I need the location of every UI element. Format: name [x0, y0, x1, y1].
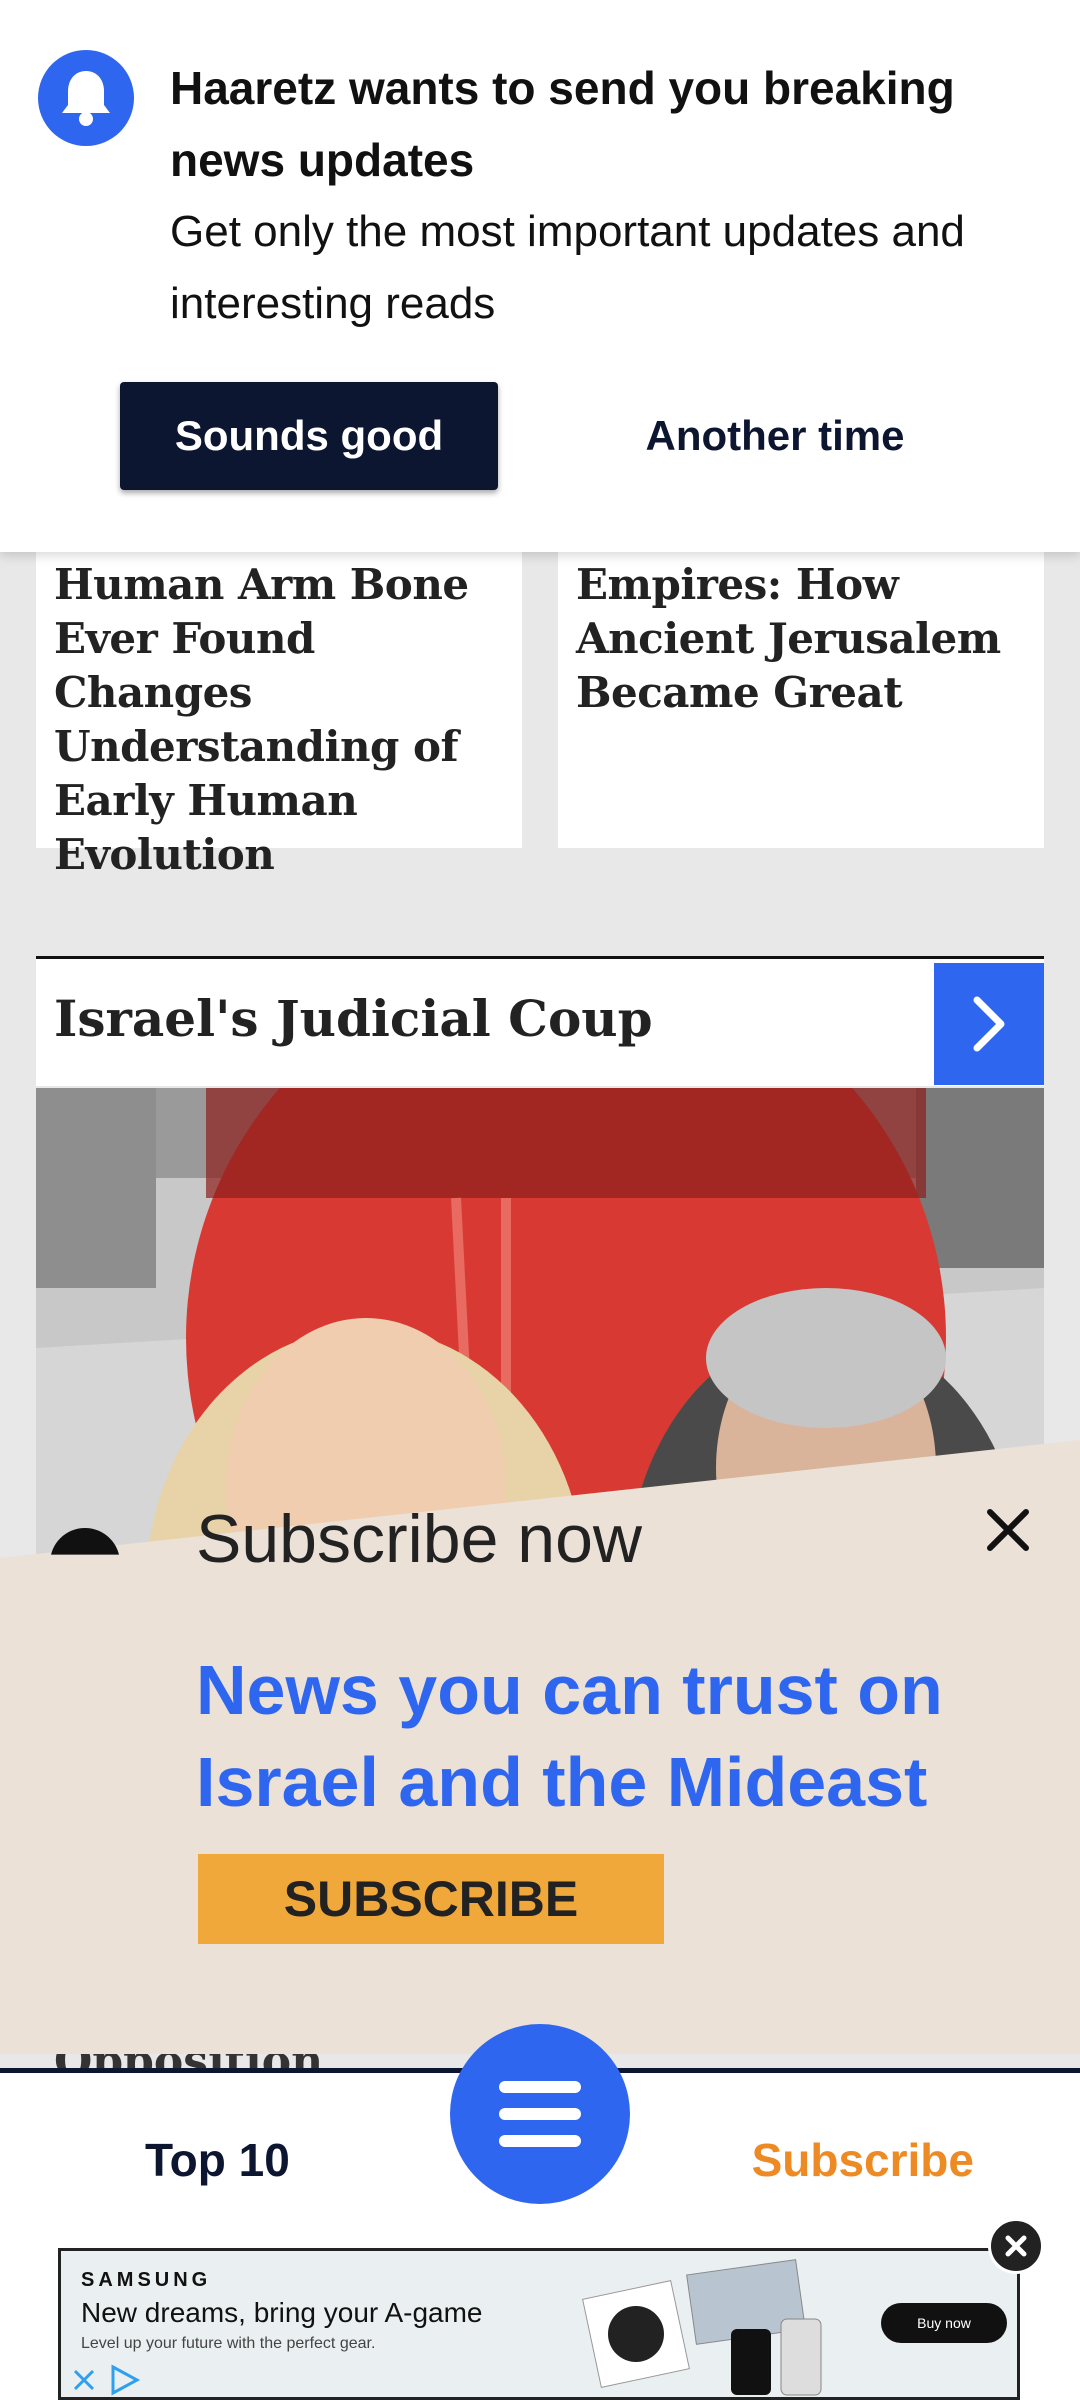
bell-icon — [38, 50, 134, 146]
ad-subline: Level up your future with the perfect ge… — [81, 2335, 376, 2352]
article-headline: Empires: How Ancient Jerusalem Became Gr… — [576, 560, 1001, 717]
close-icon[interactable] — [976, 1498, 1040, 1562]
menu-bar — [499, 2108, 581, 2120]
ad-area: SAMSUNG New dreams, bring your A-game Le… — [0, 2244, 1080, 2400]
subscribe-link[interactable]: Subscribe — [752, 2133, 974, 2187]
close-icon[interactable] — [69, 2365, 99, 2395]
hamburger-menu-icon[interactable] — [450, 2024, 630, 2204]
prompt-title: Haaretz wants to send you breaking news … — [170, 62, 955, 186]
article-headline: Human Arm Bone Ever Found Changes Unders… — [54, 560, 469, 879]
chevron-right-icon[interactable] — [934, 963, 1044, 1085]
subscribe-banner: Subscribe now News you can trust on Isra… — [0, 1440, 1080, 2054]
ad-headline: New dreams, bring your A-game — [81, 2297, 483, 2328]
section-header: Israel's Judicial Coup — [36, 956, 1044, 1086]
samsung-ad[interactable]: SAMSUNG New dreams, bring your A-game Le… — [58, 2248, 1020, 2400]
another-time-button[interactable]: Another time — [620, 382, 930, 490]
sounds-good-button[interactable]: Sounds good — [120, 382, 498, 490]
subscribe-lead: Subscribe now — [196, 1501, 643, 1577]
ad-brand: SAMSUNG — [81, 2269, 212, 2291]
subscribe-tagline: News you can trust on Israel and the Mid… — [196, 1651, 943, 1821]
adchoices-icon[interactable] — [107, 2363, 143, 2397]
section-title[interactable]: Israel's Judicial Coup — [54, 989, 653, 1048]
prompt-description: Get only the most important updates and … — [170, 207, 965, 328]
close-icon[interactable] — [988, 2218, 1044, 2274]
subscribe-button[interactable]: SUBSCRIBE — [198, 1854, 664, 1944]
push-notification-prompt: Haaretz wants to send you breaking news … — [0, 0, 1080, 552]
adchoices[interactable] — [69, 2363, 143, 2397]
ad-product-image — [582, 2259, 822, 2396]
menu-bar — [499, 2135, 581, 2147]
menu-bar — [499, 2081, 581, 2093]
article-card[interactable]: Human Arm Bone Ever Found Changes Unders… — [36, 530, 522, 879]
buy-now-button[interactable]: Buy now — [881, 2303, 1007, 2343]
article-card[interactable]: Empires: How Ancient Jerusalem Became Gr… — [558, 530, 1044, 848]
top10-link[interactable]: Top 10 — [145, 2133, 290, 2187]
